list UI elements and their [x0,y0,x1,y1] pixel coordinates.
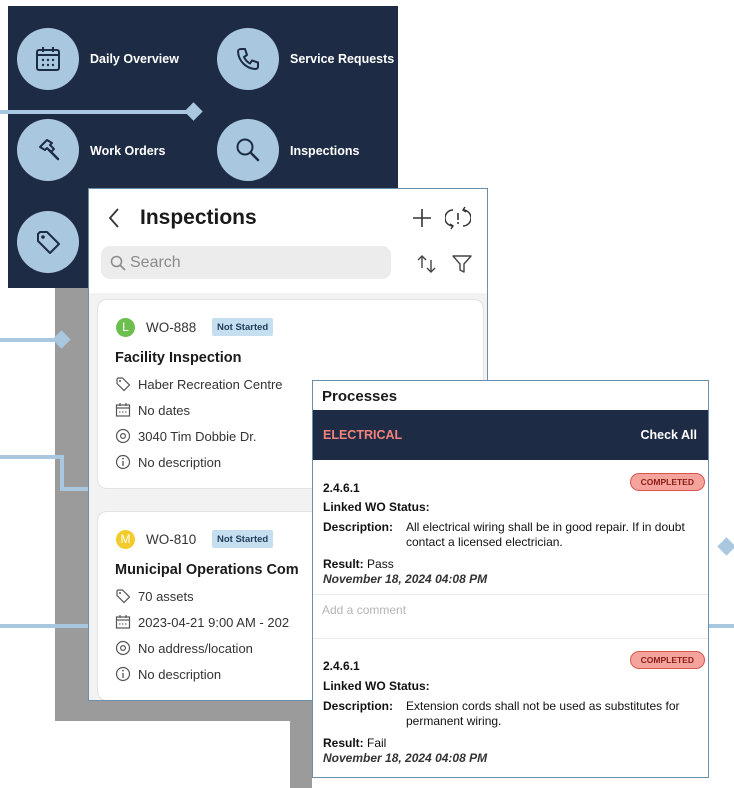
add-icon[interactable] [411,207,433,229]
card-location: 3040 Tim Dobbie Dr. [138,429,257,444]
category-label: ELECTRICAL [323,428,403,442]
process-date: November 18, 2024 04:08 PM [323,751,488,765]
avatar: L [116,318,135,337]
connector-line [0,110,194,114]
linked-wo-label: Linked WO Status: [323,679,430,693]
tag-icon[interactable] [17,211,79,273]
description-text: All electrical wiring shall be in good r… [406,520,685,549]
location-pin-icon [115,428,131,444]
result-row: Result: Pass [323,557,394,571]
status-badge: Not Started [212,318,274,336]
linked-wo-label: Linked WO Status: [323,500,430,514]
sort-icon[interactable] [416,253,438,275]
calendar-icon [115,403,131,417]
card-dates: 2023-04-21 9:00 AM - 202 [138,615,290,630]
category-bar: ELECTRICAL Check All [313,410,708,460]
status-badge: COMPLETED [629,651,705,669]
menu-item-work-orders[interactable]: Work Orders [90,144,166,158]
result-label: Result: [323,557,364,571]
filter-icon[interactable] [451,253,473,275]
location-pin-icon [115,640,131,656]
process-number: 2.4.6.1 [323,481,360,495]
card-asset: 70 assets [138,589,194,604]
back-chevron-icon[interactable] [107,207,121,229]
tag-icon [116,377,131,392]
search-icon [110,255,126,271]
avatar: M [116,530,135,549]
search-placeholder: Search [130,254,181,271]
menu-item-daily-overview[interactable]: Daily Overview [90,52,179,66]
status-badge: COMPLETED [629,473,705,491]
menu-item-service-requests[interactable]: Service Requests [290,52,394,66]
process-number: 2.4.6.1 [323,659,360,673]
comment-input[interactable]: Add a comment [313,594,708,639]
menu-item-inspections[interactable]: Inspections [290,144,359,158]
search-icon[interactable] [217,119,279,181]
result-value: Fail [367,736,387,750]
shadow [55,701,312,721]
info-icon [115,454,131,470]
description-text: Extension cords shall not be used as sub… [406,699,680,728]
phone-icon[interactable] [217,28,279,90]
page-title: Inspections [140,206,257,229]
card-asset: Haber Recreation Centre [138,377,283,392]
comment-placeholder: Add a comment [322,603,407,617]
hammer-icon[interactable] [17,119,79,181]
status-badge: Not Started [212,530,274,548]
description-label: Description: [323,520,394,534]
result-label: Result: [323,736,364,750]
panel-title: Processes [322,388,398,405]
connector-diamond [717,537,734,556]
work-order-number: WO-888 [146,320,197,335]
check-all-button[interactable]: Check All [640,428,697,442]
shadow [55,288,88,720]
card-title: Facility Inspection [115,350,242,366]
connector-line [0,455,64,459]
result-row: Result: Fail [323,736,386,750]
card-location: No address/location [138,641,253,656]
card-description: No description [138,667,222,682]
search-input[interactable]: Search [101,246,391,279]
process-date: November 18, 2024 04:08 PM [323,572,488,586]
calendar-icon[interactable] [17,28,79,90]
connector-line [60,455,64,491]
card-dates: No dates [138,403,191,418]
inspections-header: Inspections Search [89,189,487,293]
calendar-icon [115,615,131,629]
tag-icon [116,589,131,604]
connector-line [0,338,60,342]
card-description: No description [138,455,222,470]
sync-alert-icon[interactable] [445,206,471,230]
card-title: Municipal Operations Com [115,562,299,578]
processes-panel: Processes ELECTRICAL Check All 2.4.6.1 C… [312,380,709,778]
result-value: Pass [367,557,394,571]
description-label: Description: [323,699,394,713]
work-order-number: WO-810 [146,532,197,547]
info-icon [115,666,131,682]
